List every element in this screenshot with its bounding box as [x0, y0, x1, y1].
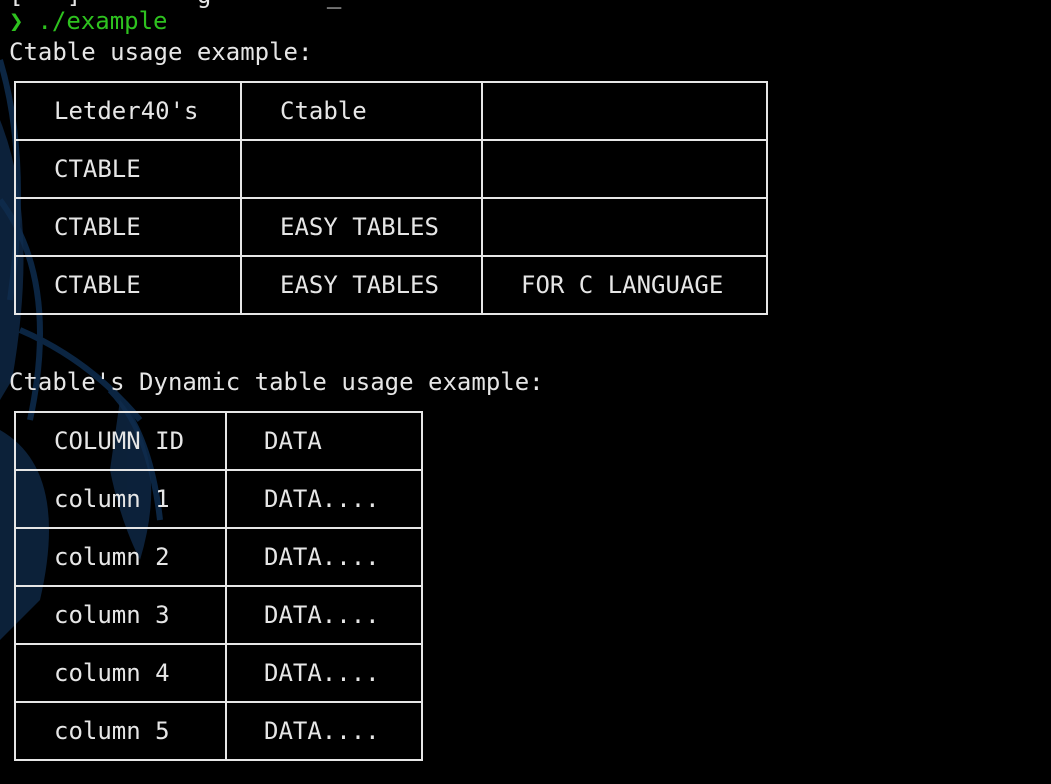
ctable-usage-table: Letder40's Ctable CTABLE CTABLE EASY TAB… [14, 81, 768, 315]
table-cell: CTABLE [14, 139, 242, 199]
table-cell [240, 139, 483, 199]
table-row: column 1 DATA.... [14, 469, 423, 529]
table-cell: DATA.... [225, 701, 423, 761]
table-cell: DATA.... [225, 527, 423, 587]
table-cell: DATA.... [225, 643, 423, 703]
prompt-chevron-icon: ❯ [9, 7, 24, 35]
table-row: CTABLE EASY TABLES [14, 197, 768, 257]
table-cell: DATA.... [225, 585, 423, 645]
table-row: column 3 DATA.... [14, 585, 423, 645]
table-cell: Ctable [240, 81, 483, 141]
table-row: CTABLE EASY TABLES FOR C LANGUAGE [14, 255, 768, 315]
table-cell: DATA.... [225, 469, 423, 529]
table-row: column 4 DATA.... [14, 643, 423, 703]
table-cell: column 1 [14, 469, 227, 529]
dynamic-table: COLUMN ID DATA column 1 DATA.... column … [14, 411, 423, 761]
table-cell: column 3 [14, 585, 227, 645]
section2-label: Ctable's Dynamic table usage example: [9, 368, 544, 396]
table-row: Letder40's Ctable [14, 81, 768, 141]
table-cell: Letder40's [14, 81, 242, 141]
table-row: column 5 DATA.... [14, 701, 423, 761]
section1-label: Ctable usage example: [9, 38, 313, 66]
table-cell: column 5 [14, 701, 227, 761]
table-row: column 2 DATA.... [14, 527, 423, 587]
table-cell: column 2 [14, 527, 227, 587]
table-cell: CTABLE [14, 255, 242, 315]
table-cell: FOR C LANGUAGE [481, 255, 768, 315]
table-cell: DATA [225, 411, 423, 471]
command-line: ❯ ./example [9, 6, 168, 36]
table-row: COLUMN ID DATA [14, 411, 423, 471]
table-cell: CTABLE [14, 197, 242, 257]
command-text: ./example [37, 7, 168, 35]
table-cell: COLUMN ID [14, 411, 227, 471]
table-cell: EASY TABLES [240, 197, 483, 257]
table-cell [481, 81, 768, 141]
table-cell [481, 139, 768, 199]
table-cell: column 4 [14, 643, 227, 703]
table-cell: EASY TABLES [240, 255, 483, 315]
table-cell [481, 197, 768, 257]
table-row: CTABLE [14, 139, 768, 199]
